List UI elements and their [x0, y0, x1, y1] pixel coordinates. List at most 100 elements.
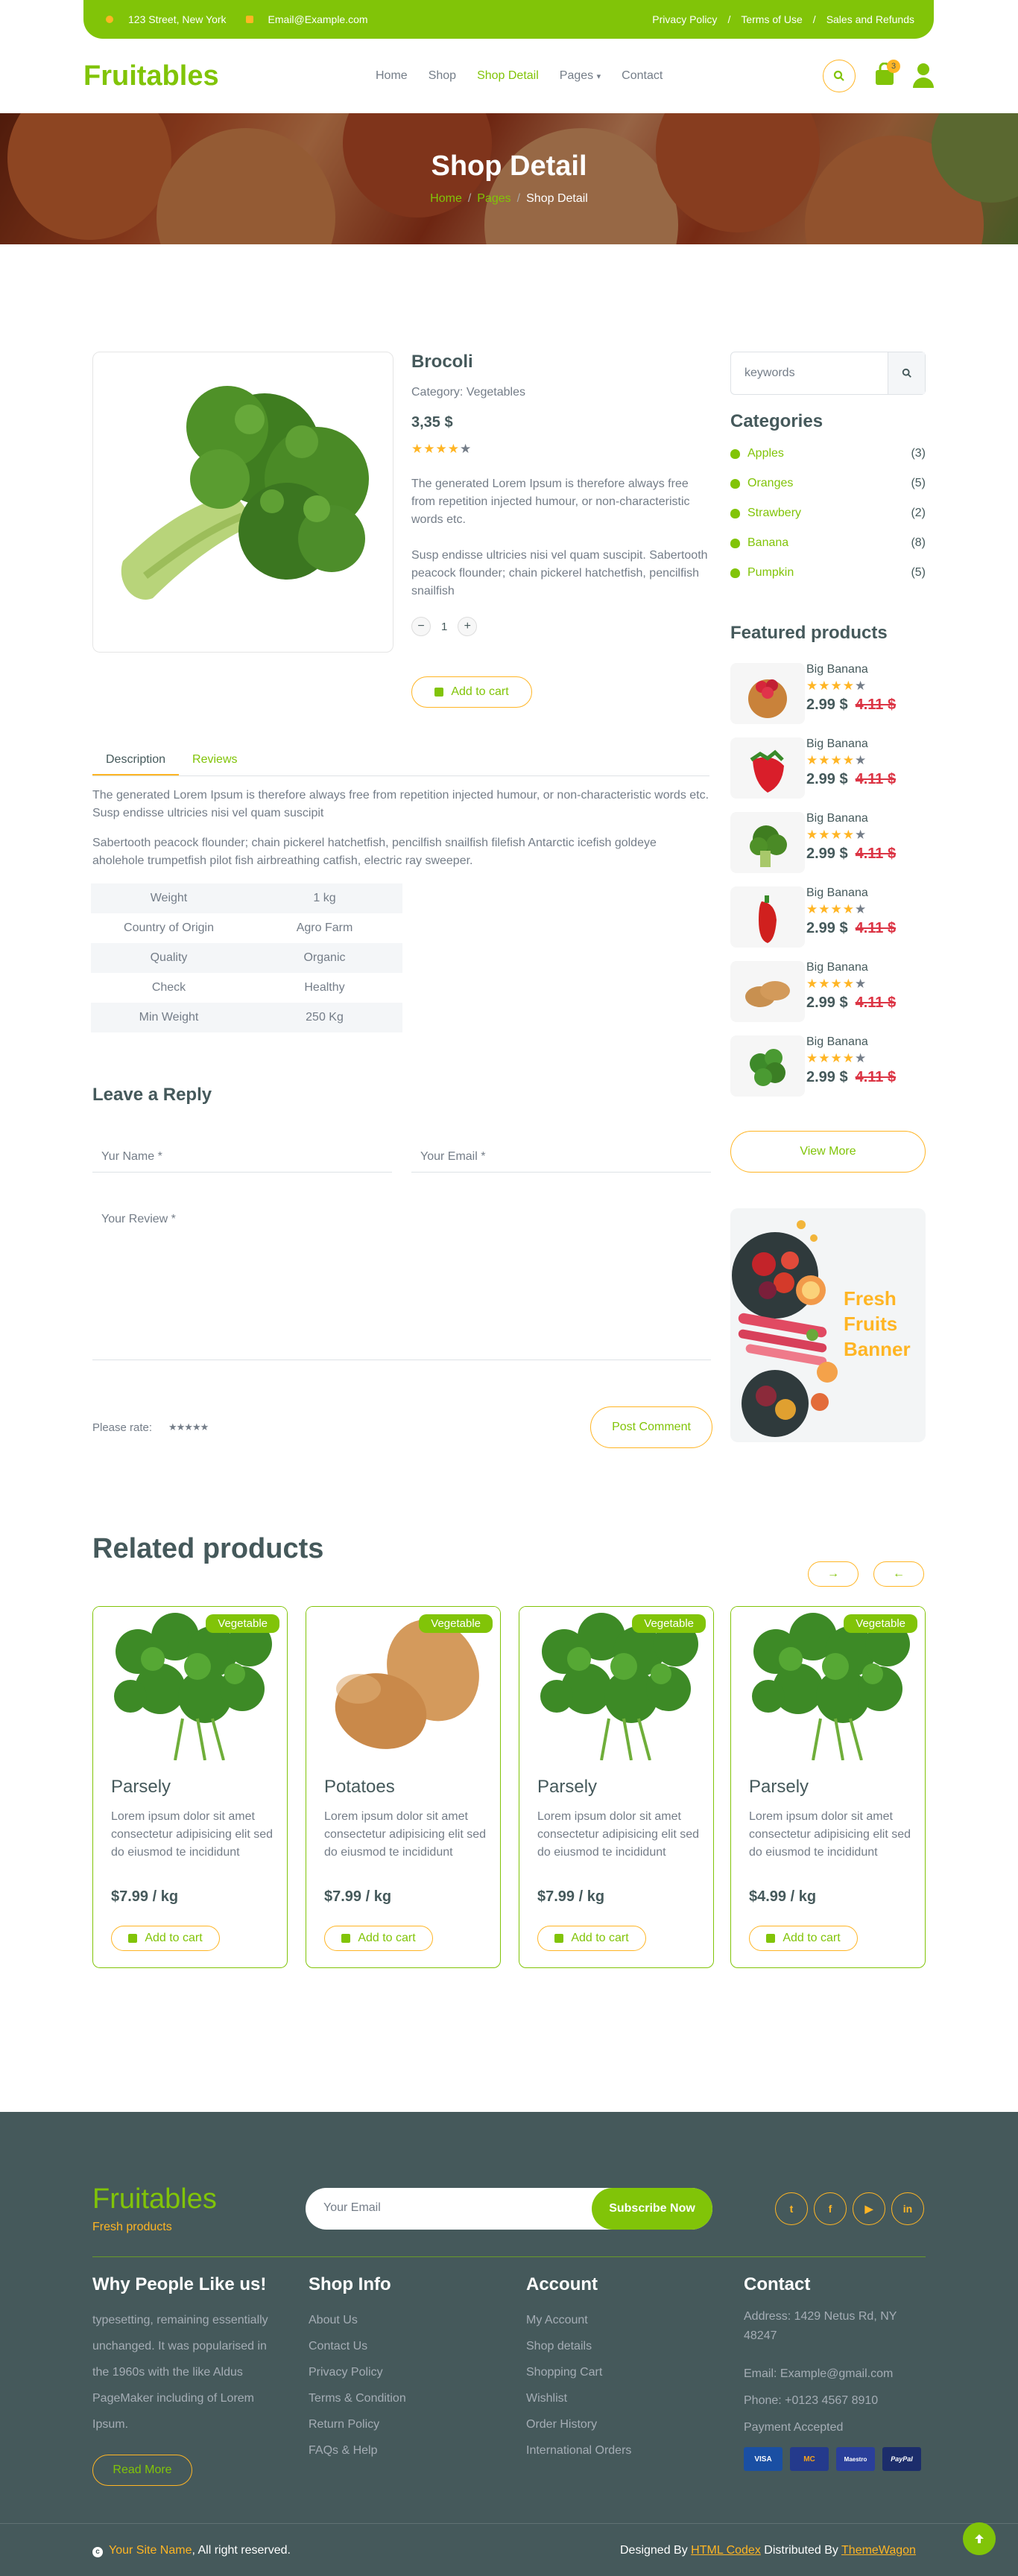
featured-product[interactable]: Big Banana ★ ★ ★ ★ ★ 2.99 $4.11 $ — [730, 812, 926, 873]
related-product-name: Parsely — [537, 1777, 598, 1797]
terms-link[interactable]: Terms of Use — [741, 13, 802, 25]
product-thumbnail — [750, 825, 787, 867]
star-icon: ★ — [855, 902, 867, 916]
footer-link[interactable]: Order History — [526, 2411, 631, 2437]
footer-link[interactable]: Wishlist — [526, 2385, 631, 2411]
related-product-card[interactable]: Vegetable Potatoes Lorem ipsum dolor sit a… — [306, 1606, 501, 1968]
main-menu: Home Shop Shop Detail Pages ▾ Contact — [376, 69, 663, 83]
tab-description[interactable]: Description — [92, 745, 180, 775]
footer-link[interactable]: About Us — [309, 2307, 406, 2333]
featured-product[interactable]: Big Banana ★ ★ ★ ★ ★ 2.99 $4.11 $ — [730, 886, 926, 948]
footer-divider — [92, 2256, 926, 2257]
themewagon-link[interactable]: ThemeWagon — [841, 2544, 916, 2557]
linkedin-icon[interactable]: in — [891, 2192, 924, 2225]
back-to-top-button[interactable] — [963, 2522, 996, 2555]
keyword-search-button[interactable] — [888, 352, 925, 394]
footer-link[interactable]: My Account — [526, 2307, 631, 2333]
add-to-cart-button[interactable]: Add to cart — [749, 1926, 858, 1951]
featured-product[interactable]: Big Banana ★ ★ ★ ★ ★ 2.99 $4.11 $ — [730, 737, 926, 799]
category-link[interactable]: Strawbery — [730, 507, 801, 520]
current-price: 2.99 $ — [806, 697, 848, 713]
youtube-icon[interactable]: ▶ — [853, 2192, 885, 2225]
footer-link[interactable]: Contact Us — [309, 2333, 406, 2359]
current-price: 2.99 $ — [806, 771, 848, 787]
html-codex-link[interactable]: HTML Codex — [691, 2544, 761, 2557]
footer-link[interactable]: Return Policy — [309, 2411, 406, 2437]
add-to-cart-button[interactable]: Add to cart — [111, 1926, 220, 1951]
newsletter-email-input[interactable]: Your Email — [323, 2201, 381, 2215]
featured-product[interactable]: Big Banana ★ ★ ★ ★ ★ 2.99 $4.11 $ — [730, 663, 926, 724]
subscribe-button[interactable]: Subscribe Now — [592, 2188, 712, 2230]
user-button[interactable] — [912, 63, 936, 89]
address-link[interactable]: 123 Street, New York — [128, 13, 227, 25]
breadcrumb-pages[interactable]: Pages — [477, 192, 510, 205]
nav-shop[interactable]: Shop — [429, 69, 456, 83]
cart-button[interactable]: 3 — [873, 60, 900, 89]
related-product-name: Parsely — [111, 1777, 171, 1797]
quantity-value[interactable]: 1 — [441, 621, 447, 633]
account-title: Account — [526, 2274, 598, 2294]
category-item[interactable]: Banana (8) — [730, 536, 926, 550]
tab-reviews[interactable]: Reviews — [179, 745, 250, 775]
spec-value: Healthy — [304, 981, 345, 994]
featured-product-name: Big Banana — [806, 1035, 868, 1048]
category-link[interactable]: Apples — [730, 447, 784, 460]
current-price: 2.99 $ — [806, 920, 848, 936]
nav-shop-detail[interactable]: Shop Detail — [477, 69, 539, 83]
related-product-price: $7.99 / kg — [537, 1888, 605, 1905]
email-link[interactable]: Email@Example.com — [268, 13, 368, 25]
quantity-minus-button[interactable]: − — [411, 617, 431, 636]
add-to-cart-button[interactable]: Add to cart — [411, 676, 532, 708]
name-input[interactable]: Yur Name * — [92, 1143, 392, 1173]
related-product-card[interactable]: Vegetable Parsely Lorem ipsum dolor sit am… — [92, 1606, 288, 1968]
read-more-button[interactable]: Read More — [92, 2455, 192, 2486]
featured-product[interactable]: Big Banana ★ ★ ★ ★ ★ 2.99 $4.11 $ — [730, 1035, 926, 1097]
search-button[interactable] — [823, 60, 856, 92]
sales-link[interactable]: Sales and Refunds — [826, 13, 914, 25]
footer-link[interactable]: International Orders — [526, 2437, 631, 2464]
add-to-cart-button[interactable]: Add to cart — [537, 1926, 646, 1951]
view-more-button[interactable]: View More — [730, 1131, 926, 1173]
nav-pages[interactable]: Pages ▾ — [560, 69, 601, 83]
quantity-plus-button[interactable]: + — [458, 617, 478, 636]
footer-link[interactable]: Terms & Condition — [309, 2385, 406, 2411]
carousel-next-button[interactable]: → — [808, 1561, 859, 1587]
paypal-card-icon: PayPal — [882, 2447, 921, 2471]
related-product-card[interactable]: Vegetable Parsely Lorem ipsum dolor sit am… — [730, 1606, 926, 1968]
category-link[interactable]: Pumpkin — [730, 566, 794, 580]
spec-key: Quality — [91, 943, 247, 973]
category-item[interactable]: Pumpkin (5) — [730, 566, 926, 580]
related-product-card[interactable]: Vegetable Parsely Lorem ipsum dolor sit am… — [519, 1606, 714, 1968]
post-comment-button[interactable]: Post Comment — [590, 1406, 712, 1448]
nav-contact[interactable]: Contact — [622, 69, 663, 83]
category-link[interactable]: Banana — [730, 536, 788, 550]
copyright: c Your Site Name, All right reserved. — [92, 2544, 291, 2557]
privacy-link[interactable]: Privacy Policy — [652, 13, 717, 25]
page-title: Shop Detail — [431, 150, 587, 182]
site-name-link[interactable]: Your Site Name — [109, 2544, 192, 2557]
footer-logo[interactable]: Fruitables — [92, 2183, 217, 2215]
twitter-icon[interactable]: t — [775, 2192, 808, 2225]
review-textarea[interactable]: Your Review * — [92, 1201, 711, 1360]
featured-product[interactable]: Big Banana ★ ★ ★ ★ ★ 2.99 $4.11 $ — [730, 961, 926, 1022]
add-to-cart-button[interactable]: Add to cart — [324, 1926, 433, 1951]
category-item[interactable]: Oranges (5) — [730, 477, 926, 490]
maestro-card-icon: Maestro — [836, 2447, 875, 2471]
fresh-fruits-banner[interactable]: Fresh Fruits Banner — [730, 1208, 926, 1442]
footer-link[interactable]: FAQs & Help — [309, 2437, 406, 2464]
apple-icon — [730, 448, 740, 459]
keyword-input[interactable]: keywords — [731, 352, 888, 394]
facebook-icon[interactable]: f — [814, 2192, 847, 2225]
carousel-prev-button[interactable]: ← — [873, 1561, 924, 1587]
category-item[interactable]: Strawbery (2) — [730, 507, 926, 520]
logo[interactable]: Fruitables — [83, 60, 219, 92]
breadcrumb-home[interactable]: Home — [430, 192, 462, 205]
category-item[interactable]: Apples (3) — [730, 447, 926, 460]
footer-link[interactable]: Shop details — [526, 2333, 631, 2359]
footer-link[interactable]: Privacy Policy — [309, 2359, 406, 2385]
footer-link[interactable]: Shopping Cart — [526, 2359, 631, 2385]
rate-stars[interactable]: ★★★★★ — [168, 1421, 209, 1433]
nav-home[interactable]: Home — [376, 69, 408, 83]
email-input[interactable]: Your Email * — [411, 1143, 711, 1173]
category-link[interactable]: Oranges — [730, 477, 793, 490]
